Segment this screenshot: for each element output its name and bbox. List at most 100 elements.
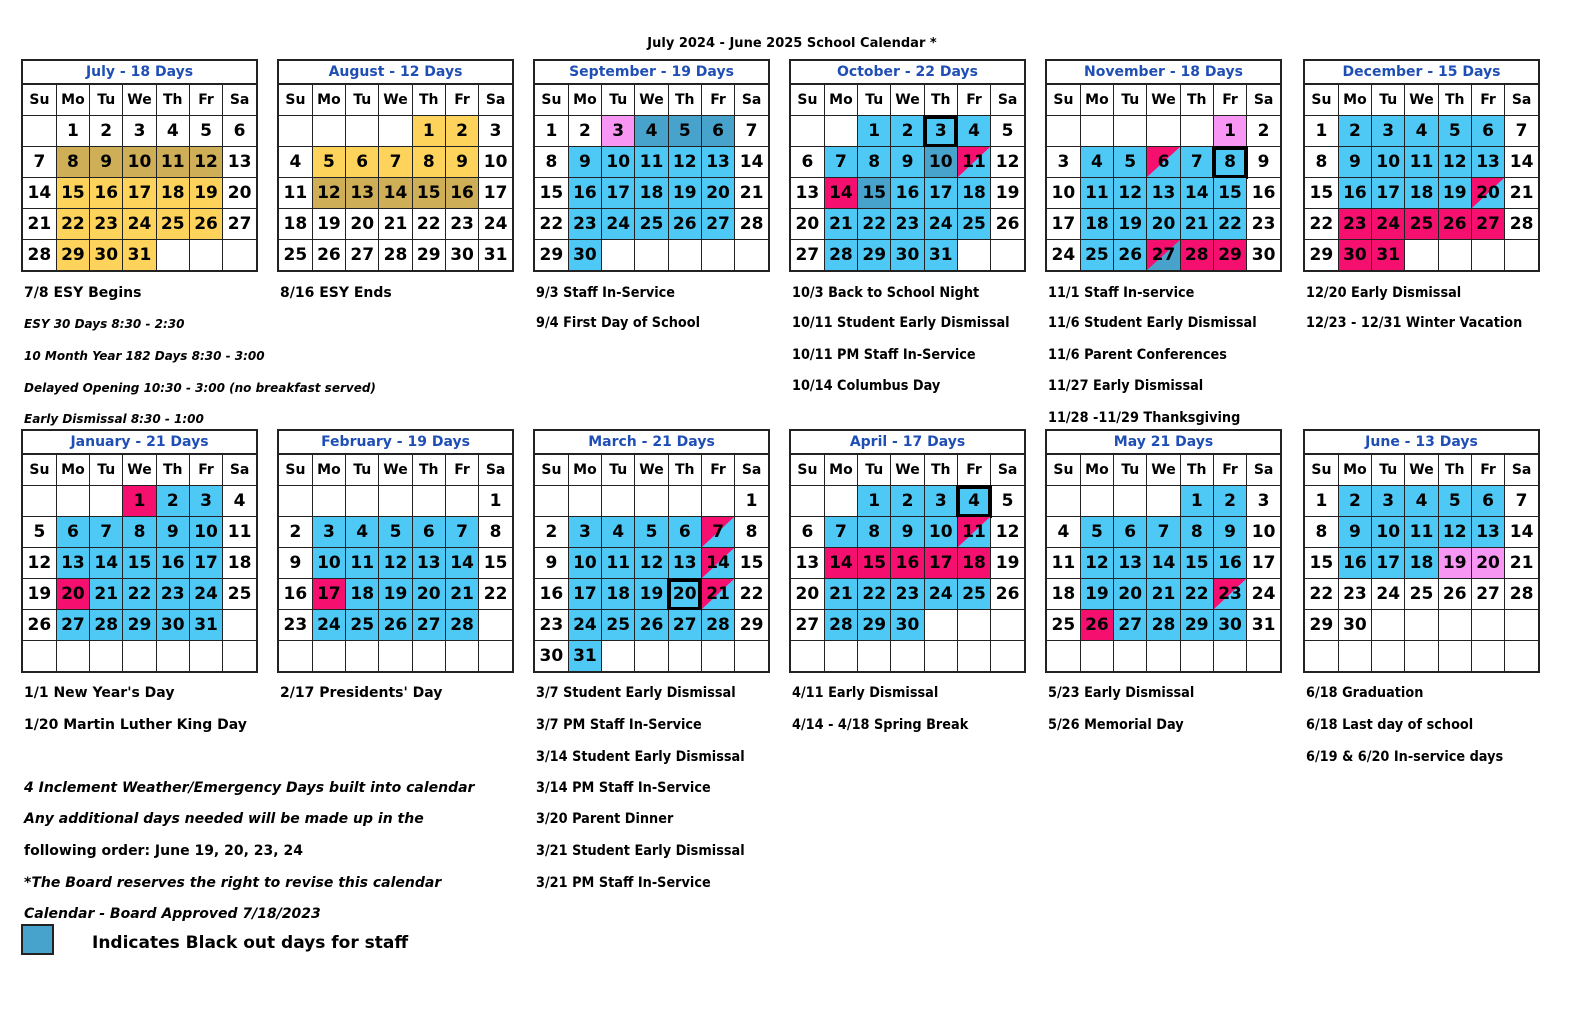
day-cell: 28 [1146,609,1181,641]
day-number: 20 [1151,214,1176,234]
day-cell: 26 [667,208,702,240]
empty-cell [55,640,91,671]
day-number: 6 [356,152,369,172]
day-cell: 2 [890,485,925,517]
day-number: 21 [1509,183,1534,203]
note-nov-2: 11/6 Parent Conferences [1048,347,1227,363]
empty-cell [444,485,480,517]
day-number: 12 [639,553,664,573]
day-number: 27 [795,245,820,265]
day-cell: 8 [1305,146,1339,178]
day-cell: 1 [857,485,892,517]
day-number: 7 [389,152,402,172]
day-cell: 26 [1437,208,1472,240]
day-number: 31 [483,245,508,265]
day-cell: 24 [188,578,224,610]
day-number: 6 [1124,522,1137,542]
day-cell: 13 [1113,547,1148,579]
day-number: 27 [227,214,252,234]
empty-cell [279,115,313,147]
day-cell: 23 [279,609,313,641]
day-number: 9 [456,152,468,172]
note-mar-0: 3/7 Student Early Dismissal [536,685,736,701]
empty-cell [990,239,1024,270]
day-number: 25 [283,245,308,265]
day-number: 6 [1482,121,1494,141]
day-number: 28 [829,615,853,635]
day-number: 5 [645,522,658,542]
day-cell: 9 [1337,516,1373,548]
day-cell: 18 [956,177,992,209]
day-cell: 2 [1337,115,1373,147]
day-cell: 4 [956,484,992,518]
day-number: 24 [928,214,953,234]
day-cell: 27 [791,609,825,641]
weekday-header: We [378,85,413,116]
weekday-header: Su [1305,455,1339,486]
day-number: 20 [672,584,697,604]
day-cell: 11 [634,146,669,178]
day-cell: 6 [222,115,256,147]
day-number: 6 [801,152,814,172]
day-number: 29 [416,245,441,265]
day-cell: 19 [1437,547,1472,579]
day-cell: 22 [478,578,512,610]
month-calendar-dec: December - 15 Days Su Mo Tu We Th Fr Sa 1 2 3 4 5 6 7 8… [1303,59,1540,272]
day-cell: 17 [188,547,224,579]
day-cell: 16 [1246,177,1280,209]
day-number: 27 [795,615,820,635]
day-cell: 4 [1047,516,1081,548]
day-cell: 24 [1371,578,1406,610]
day-number: 22 [61,214,85,234]
day-number: 7 [100,522,113,542]
empty-cell [700,640,736,671]
day-number: 8 [1315,152,1328,172]
day-cell: 30 [890,609,925,641]
empty-cell [279,485,313,517]
day-cell: 17 [1246,547,1280,579]
empty-cell [1079,485,1115,517]
day-cell: 2 [1212,485,1248,517]
day-cell: 17 [601,177,636,209]
day-cell: 2 [890,115,925,147]
day-cell: 21 [444,578,480,610]
day-number: 1 [1190,491,1203,511]
day-number: 13 [61,553,85,573]
day-number: 5 [389,522,402,542]
day-number: 19 [639,584,664,604]
day-cell: 8 [734,516,768,548]
day-number: 13 [1118,553,1143,573]
day-number: 15 [1218,183,1242,203]
day-number: 10 [483,152,508,172]
weekday-header: Mo [55,455,91,486]
day-cell: 3 [1371,485,1406,517]
day-cell: 2 [155,485,190,517]
day-cell: 1 [478,485,512,517]
day-cell: 29 [1179,609,1214,641]
day-cell: 21 [823,208,859,240]
day-cell: 7 [734,115,768,147]
day-number: 2 [1349,491,1361,511]
day-cell: 31 [188,609,224,641]
day-number: 10 [606,152,631,172]
day-number: 7 [835,152,847,172]
day-number: 23 [895,584,920,604]
day-number: 18 [962,553,986,573]
note-summer-3: Early Dismissal 8:30 - 1:00 [24,412,204,426]
empty-cell [734,239,768,270]
note-jan-1: 1/20 Martin Luther King Day [24,717,247,733]
day-number: 1 [422,121,435,141]
day-cell: 11 [1079,177,1115,209]
day-number: 1 [489,491,502,511]
day-cell: 10 [923,516,958,548]
day-number: 11 [1085,183,1109,203]
day-cell: 17 [478,177,512,209]
day-cell: 16 [535,578,569,610]
day-cell: 29 [857,239,892,270]
day-number: 25 [606,615,631,635]
day-cell: 23 [535,609,569,641]
weekday-header: Mo [311,85,347,116]
day-number: 9 [1349,152,1361,172]
day-cell: 3 [567,516,603,548]
day-number: 22 [862,584,887,604]
